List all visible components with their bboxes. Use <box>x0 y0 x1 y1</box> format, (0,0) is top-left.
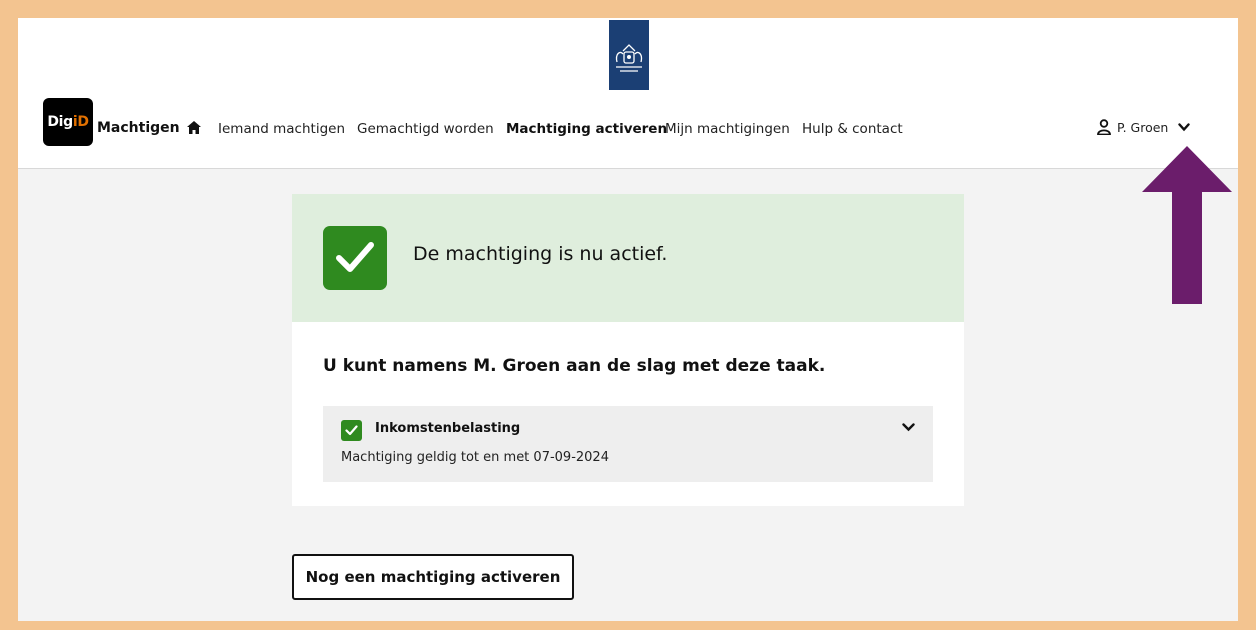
user-icon <box>1097 119 1111 135</box>
success-panel: De machtiging is nu actief. <box>292 194 964 322</box>
task-item[interactable]: Inkomstenbelasting Machtiging geldig tot… <box>323 406 933 482</box>
user-menu[interactable]: P. Groen <box>1097 119 1191 135</box>
chevron-down-icon <box>1178 122 1191 131</box>
card-title: U kunt namens M. Groen aan de slag met d… <box>323 356 826 376</box>
activate-another-button[interactable]: Nog een machtiging activeren <box>292 554 574 600</box>
arrow-up-annotation <box>1142 146 1232 304</box>
page-frame: Dig iD Machtigen Iemand machtigen Gemacht… <box>18 18 1238 621</box>
site-header: Dig iD Machtigen Iemand machtigen Gemacht… <box>18 18 1238 169</box>
task-validity: Machtiging geldig tot en met 07-09-2024 <box>341 450 609 465</box>
user-name: P. Groen <box>1117 119 1169 135</box>
nav-hulp-contact[interactable]: Hulp & contact <box>802 121 903 137</box>
success-message: De machtiging is nu actief. <box>413 243 668 265</box>
check-icon <box>323 226 387 290</box>
nav-iemand-machtigen[interactable]: Iemand machtigen <box>218 121 345 137</box>
digid-logo[interactable]: Dig iD <box>43 98 93 146</box>
task-card: U kunt namens M. Groen aan de slag met d… <box>292 322 964 506</box>
brand-label: Machtigen <box>97 120 180 136</box>
task-name: Inkomstenbelasting <box>375 421 521 436</box>
logo-text-main: Dig <box>47 114 73 130</box>
nav-gemachtigd-worden[interactable]: Gemachtigd worden <box>357 121 494 137</box>
royal-coat-of-arms-icon <box>609 20 649 90</box>
logo-text-accent: iD <box>72 114 89 130</box>
nav-mijn-machtigingen[interactable]: Mijn machtigingen <box>665 121 790 137</box>
nav-machtiging-activeren[interactable]: Machtiging activeren <box>506 121 667 137</box>
task-check-icon <box>341 420 362 441</box>
chevron-down-icon[interactable] <box>902 423 915 432</box>
home-icon[interactable] <box>187 121 201 134</box>
